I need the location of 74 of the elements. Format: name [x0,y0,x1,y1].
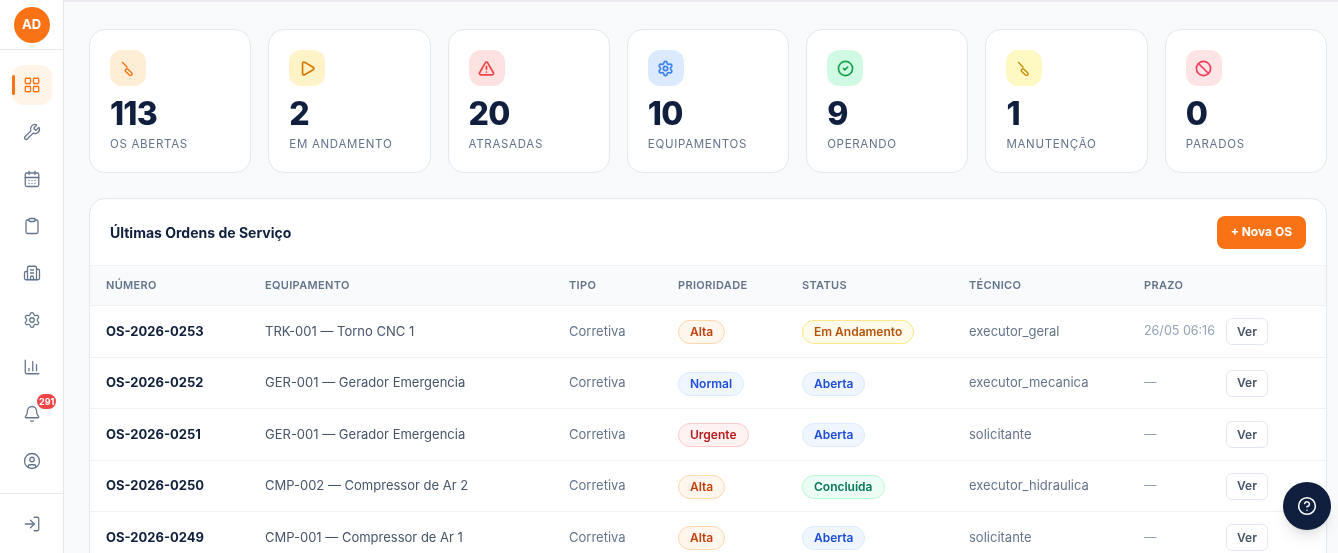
column-header: PRAZO [1144,277,1185,294]
stat-value: 0 [1185,96,1209,132]
table-cell-text: CMP-001 — Compressor de Ar 1 [265,527,464,547]
table-cell-text: Corretiva [569,527,627,547]
table-cell-text: Corretiva [569,373,627,392]
view-button[interactable]: Ver [1226,472,1268,500]
stat-value: 20 [468,96,511,132]
bell-icon [22,405,41,423]
badge: Alta [678,526,726,551]
user-circle-icon [22,452,41,470]
order-number: OS-2026-0253 [106,321,205,341]
table-cell-text: GER-001 — Gerador Emergencia [265,373,467,392]
badge: Aberta [802,371,866,396]
order-number: OS-2026-0250 [106,476,206,495]
stat-label: ATRASADAS [468,136,545,153]
view-button[interactable]: Ver [1226,318,1268,345]
stat-value: 9 [827,96,849,132]
order-number: OS-2026-0252 [106,373,205,392]
nav-item[interactable] [11,65,52,105]
table-cell-text: executor_geral [969,321,1061,341]
stat-label: OS ABERTAS [110,136,189,153]
table-cell-text: Corretiva [569,321,627,341]
column-header: NÚMERO [106,277,158,294]
stat-label: MANUTENÇÃO [1006,136,1098,153]
view-button[interactable]: Ver [1226,421,1268,448]
clipboard-icon [22,217,41,235]
table-cell-text: — [1144,373,1158,392]
badge: Concluída [802,474,885,499]
column-header: TÉCNICO [969,277,1023,294]
column-header: EQUIPAMENTO [265,277,351,294]
stat-label: PARADOS [1185,136,1246,153]
table-cell-text: executor_hidraulica [969,476,1090,495]
column-header: TIPO [569,277,598,294]
stat-label: EM ANDAMENTO [289,136,394,153]
table-cell-text: GER-001 — Gerador Emergencia [265,424,467,444]
card-title: Últimas Ordens de Serviço [110,222,292,243]
stat-value: 1 [1006,96,1021,132]
calendar-icon [22,170,41,188]
table-cell-text: executor_mecanica [969,373,1090,392]
table-cell-text: 26/05 06:16 [1144,321,1216,340]
table-cell-text: — [1144,424,1158,443]
badge: Aberta [802,526,866,551]
grid-icon [22,76,41,94]
badge: Normal [678,371,745,396]
column-header: STATUS [802,277,848,294]
view-button[interactable]: Ver [1226,524,1268,551]
stat-value: 10 [647,96,684,132]
table-cell-text: TRK-001 — Torno CNC 1 [265,321,416,341]
table-cell-text: Corretiva [569,476,627,495]
table-cell-text: CMP-002 — Compressor de Ar 2 [265,476,470,495]
notification-badge: 291 [37,394,57,409]
table-cell-text: — [1144,476,1158,495]
order-number: OS-2026-0251 [106,424,202,444]
badge: Alta [678,474,726,499]
stat-label: EQUIPAMENTOS [647,136,749,153]
building-icon [22,264,41,282]
column-header: PRIORIDADE [678,277,749,294]
settings-icon [22,311,41,329]
table-cell-text: — [1144,527,1158,546]
logout-icon [22,514,41,533]
badge: Aberta [802,423,866,448]
badge: Urgente [678,423,749,448]
view-button[interactable]: Ver [1226,369,1268,397]
help-icon [1297,496,1317,516]
table-cell-text: solicitante [969,424,1033,444]
table-cell-text: solicitante [969,527,1033,547]
badge: Em Andamento [802,320,915,345]
stat-value: 113 [110,96,158,132]
bar-chart-icon [22,358,41,376]
stat-value: 2 [289,96,310,132]
badge: Alta [678,320,726,345]
order-number: OS-2026-0249 [106,527,205,547]
stat-label: OPERANDO [827,136,898,153]
table-cell-text: Corretiva [569,424,627,444]
